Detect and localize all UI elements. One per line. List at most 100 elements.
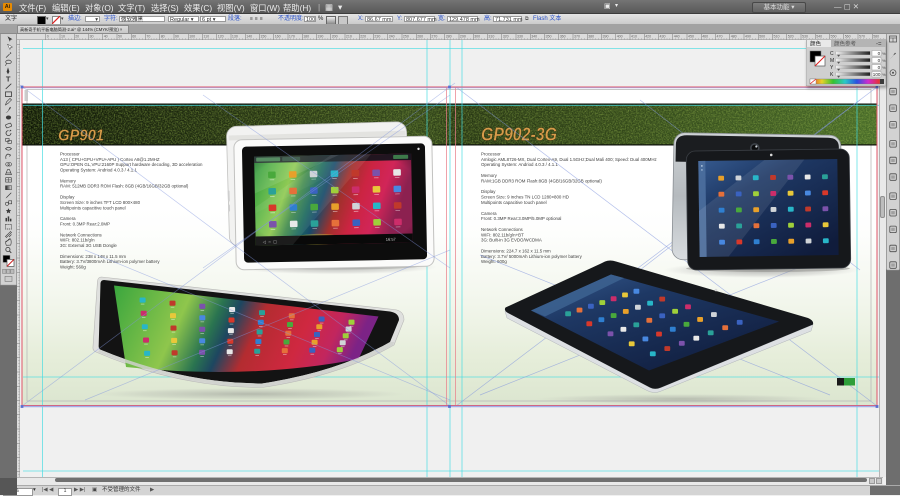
svg-text:160: 160 (275, 34, 281, 38)
svg-text:580: 580 (873, 34, 879, 38)
svg-text:GP902-3G: GP902-3G (481, 124, 557, 145)
svg-text:420: 420 (645, 34, 651, 38)
svg-text:20: 20 (75, 34, 79, 38)
svg-text:Dimensions: 224.7 x 162 x 11.: Dimensions: 224.7 x 162 x 11.5 mm (481, 249, 551, 254)
svg-text:210: 210 (346, 34, 352, 38)
svg-text:0: 0 (47, 34, 49, 38)
svg-text:260: 260 (417, 34, 423, 38)
svg-text:220: 220 (360, 34, 366, 38)
svg-text:Memory: Memory (481, 173, 498, 178)
svg-text:60: 60 (132, 34, 136, 38)
svg-text:370: 370 (574, 34, 580, 38)
svg-text:140: 140 (246, 34, 252, 38)
svg-text:310: 310 (488, 34, 494, 38)
svg-text:颜色参考: 颜色参考 (834, 40, 857, 48)
svg-text:%: % (882, 51, 886, 56)
svg-text:Multipoints capacitive touch p: Multipoints capacitive touch panel (481, 200, 547, 205)
svg-text:490: 490 (745, 34, 751, 38)
svg-text:RAM: 512MB DDR3 ROM Flash: 8G: RAM: 512MB DDR3 ROM Flash: 8GB (4GB/16GB… (60, 184, 189, 189)
svg-text:90: 90 (175, 34, 179, 38)
svg-text:300: 300 (474, 34, 480, 38)
svg-text:颜色: 颜色 (810, 40, 822, 48)
svg-text:%: % (882, 65, 886, 70)
svg-text:Operating System: Andriod 4.0.: Operating System: Andriod 4.0.3 / 4.1.1 (481, 162, 558, 167)
svg-text:510: 510 (774, 34, 780, 38)
svg-text:390: 390 (603, 34, 609, 38)
svg-text:50: 50 (118, 34, 122, 38)
svg-text:170: 170 (289, 34, 295, 38)
svg-text:40: 40 (104, 34, 108, 38)
svg-text:C: C (830, 51, 834, 57)
svg-text:Display: Display (481, 189, 496, 194)
svg-text:RAM:1GB DDR3 ROM Flash:8GB (4: RAM:1GB DDR3 ROM Flash:8GB (4GB/16GB/32G… (481, 178, 602, 183)
svg-text:470: 470 (717, 34, 723, 38)
svg-text:Weight: 600g: Weight: 600g (481, 259, 507, 264)
svg-text:Network Connections: Network Connections (481, 227, 524, 232)
svg-text:GP901: GP901 (58, 128, 104, 145)
svg-text:Display: Display (60, 195, 75, 200)
svg-text:450: 450 (688, 34, 694, 38)
svg-text:3G: Built-in 3G EVDO/WCDMA: 3G: Built-in 3G EVDO/WCDMA (481, 238, 542, 243)
svg-text:550: 550 (831, 34, 837, 38)
svg-text:480: 480 (731, 34, 737, 38)
svg-text:130: 130 (232, 34, 238, 38)
svg-text:M: M (830, 58, 834, 64)
svg-text:100: 100 (873, 72, 881, 77)
svg-text:430: 430 (660, 34, 666, 38)
svg-text:150: 150 (260, 34, 266, 38)
svg-text:Multipoints capacitive touch p: Multipoints capacitive touch panel (60, 205, 126, 210)
svg-text:360: 360 (560, 34, 566, 38)
svg-text:Operating System: Andriod 4.0.: Operating System: Andriod 4.0.3 / 4.1.1 (60, 168, 137, 173)
svg-text:560: 560 (845, 34, 851, 38)
svg-text:Screen Size: 9 inches TFT LCD: Screen Size: 9 inches TFT LCD 800×480 (60, 200, 141, 205)
svg-text:Processor: Processor (60, 152, 80, 157)
svg-text:180: 180 (303, 34, 309, 38)
svg-text:Screen Size: 9 inches TN LCD: Screen Size: 9 inches TN LCD 1280×800 HD (481, 195, 569, 200)
svg-text:70: 70 (146, 34, 150, 38)
svg-text:%: % (882, 72, 886, 77)
svg-text:500: 500 (759, 34, 765, 38)
svg-text:230: 230 (374, 34, 380, 38)
svg-text:330: 330 (517, 34, 523, 38)
svg-text:Processor: Processor (481, 152, 501, 157)
svg-text:340: 340 (531, 34, 537, 38)
svg-text:Front: 0.3MP Rear:2.0MP: Front: 0.3MP Rear:2.0MP (60, 222, 110, 227)
svg-text:80: 80 (161, 34, 165, 38)
svg-text:GPU:OPEN GL,VPU:2160P Support: GPU:OPEN GL,VPU:2160P Support hardware d… (60, 162, 203, 167)
svg-text:T: T (6, 74, 11, 83)
svg-text:Battery: 3.7V/ 5000mAh Lithium: Battery: 3.7V/ 5000mAh Lithium-ion polym… (481, 254, 583, 259)
svg-text:%: % (882, 58, 886, 63)
svg-text:Camera: Camera (481, 211, 497, 216)
svg-text:200: 200 (332, 34, 338, 38)
svg-text:A13 ( CPU+GPU+VPU+APU ) Cortex: A13 ( CPU+GPU+VPU+APU ) Cortex A8@1.2MHZ (60, 157, 160, 162)
svg-text:540: 540 (816, 34, 822, 38)
svg-text:Camera: Camera (60, 216, 76, 221)
svg-text:270: 270 (431, 34, 437, 38)
svg-text:460: 460 (702, 34, 708, 38)
svg-text:440: 440 (674, 34, 680, 38)
svg-text:10: 10 (61, 34, 65, 38)
svg-text:350: 350 (546, 34, 552, 38)
svg-text:530: 530 (802, 34, 808, 38)
svg-text:110: 110 (203, 34, 209, 38)
svg-text:Memory: Memory (60, 178, 77, 183)
svg-text:410: 410 (631, 34, 637, 38)
svg-text:290: 290 (460, 34, 466, 38)
svg-text:WIFI: 802.11b/g/n+BT: WIFI: 802.11b/g/n+BT (481, 232, 524, 237)
svg-text:240: 240 (389, 34, 395, 38)
svg-text:570: 570 (859, 34, 865, 38)
svg-text:380: 380 (588, 34, 594, 38)
svg-text:-=: -= (876, 42, 882, 48)
svg-text:16:57: 16:57 (386, 237, 397, 242)
svg-text:Front: 0.3MP Rear:3.0MP/5.0MP: Front: 0.3MP Rear:3.0MP/5.0MP optional (481, 216, 561, 221)
svg-text:Weight: 560g: Weight: 560g (60, 265, 86, 270)
svg-text:190: 190 (317, 34, 323, 38)
svg-text:400: 400 (617, 34, 623, 38)
svg-text:120: 120 (218, 34, 224, 38)
svg-text:30: 30 (90, 34, 94, 38)
svg-text:250: 250 (403, 34, 409, 38)
svg-text:0: 0 (878, 58, 881, 63)
svg-text:Amlogic AML8726-MX, Dual Corte: Amlogic AML8726-MX, Dual Cortex-A9, Dual… (481, 157, 657, 162)
svg-text:Battery: 3.7V/3800mAh Lithium-: Battery: 3.7V/3800mAh Lithium-ion polyme… (60, 259, 160, 264)
svg-text:Network Connections: Network Connections (60, 232, 103, 237)
